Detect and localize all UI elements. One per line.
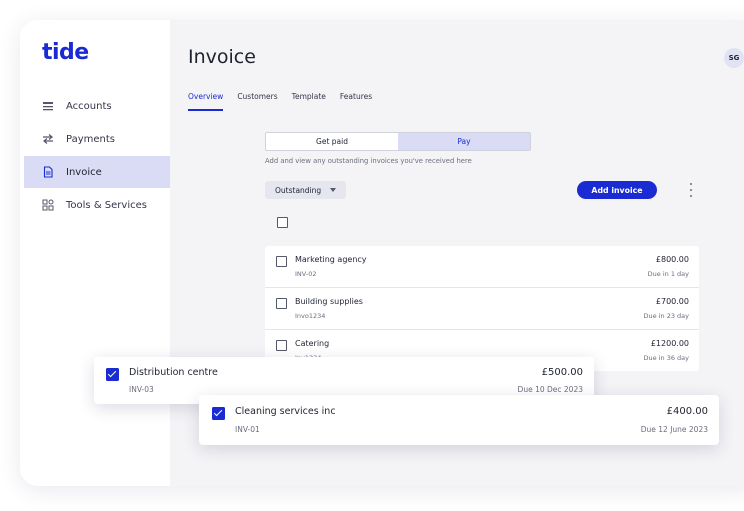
- invoice-amount: £1200.00: [650, 339, 689, 348]
- select-all-checkbox[interactable]: [277, 217, 288, 228]
- invoice-due: Due 12 June 2023: [640, 425, 708, 434]
- chevron-down-icon: [330, 188, 336, 192]
- helper-text: Add and view any outstanding invoices yo…: [265, 157, 472, 165]
- sidebar-item-label: Tools & Services: [66, 199, 147, 211]
- tools-icon: [42, 199, 54, 211]
- more-options-icon[interactable]: [689, 183, 693, 197]
- invoice-name: Building supplies: [295, 297, 363, 306]
- invoice-ref: INV-03: [129, 385, 154, 394]
- invoice-list: Marketing agency INV-02 £800.00 Due in 1…: [265, 246, 699, 371]
- accounts-icon: [42, 100, 54, 112]
- sidebar: tide Accounts Payments Invoice Tools & S…: [20, 20, 170, 486]
- invoice-due: Due 10 Dec 2023: [517, 385, 583, 394]
- invoice-due: Due in 1 day: [647, 270, 689, 278]
- invoice-ref: INV-01: [235, 425, 260, 434]
- status-filter-dropdown[interactable]: Outstanding: [265, 181, 346, 199]
- invoice-row[interactable]: Building supplies Invo1234 £700.00 Due i…: [265, 288, 699, 330]
- tab-bar: Overview Customers Template Features: [188, 92, 372, 111]
- invoice-name: Marketing agency: [295, 255, 367, 264]
- sidebar-item-label: Invoice: [66, 166, 102, 178]
- sidebar-item-tools-services[interactable]: Tools & Services: [24, 189, 170, 221]
- status-filter-value: Outstanding: [275, 185, 322, 195]
- invoice-row[interactable]: Marketing agency INV-02 £800.00 Due in 1…: [265, 246, 699, 288]
- payments-icon: [42, 133, 54, 145]
- page-title: Invoice: [188, 46, 256, 68]
- invoice-amount: £400.00: [666, 406, 708, 417]
- tab-features[interactable]: Features: [340, 92, 372, 111]
- get-paid-pay-toggle: Get paid Pay: [265, 132, 531, 151]
- get-paid-segment[interactable]: Get paid: [266, 133, 398, 150]
- invoice-ref: INV-02: [295, 270, 317, 278]
- sidebar-item-payments[interactable]: Payments: [24, 123, 170, 155]
- invoice-name: Cleaning services inc: [235, 406, 336, 417]
- checked-checkbox[interactable]: [106, 368, 119, 381]
- tide-logo[interactable]: tide: [42, 40, 89, 65]
- sidebar-item-label: Accounts: [66, 100, 112, 112]
- invoice-amount: £700.00: [655, 297, 689, 306]
- invoice-amount: £500.00: [541, 367, 583, 378]
- checked-checkbox[interactable]: [212, 407, 225, 420]
- add-invoice-button[interactable]: Add invoice: [577, 181, 657, 199]
- avatar[interactable]: SG: [724, 48, 744, 68]
- invoice-amount: £800.00: [655, 255, 689, 264]
- invoice-icon: [42, 166, 54, 178]
- sidebar-item-accounts[interactable]: Accounts: [24, 90, 170, 122]
- invoice-ref: Invo1234: [295, 312, 326, 320]
- tab-customers[interactable]: Customers: [237, 92, 277, 111]
- invoice-name: Catering: [295, 339, 330, 348]
- selected-invoice-card[interactable]: Cleaning services inc INV-01 £400.00 Due…: [199, 395, 719, 445]
- row-checkbox[interactable]: [276, 340, 287, 351]
- invoice-due: Due in 23 day: [643, 312, 689, 320]
- row-checkbox[interactable]: [276, 298, 287, 309]
- sidebar-item-label: Payments: [66, 133, 115, 145]
- tab-overview[interactable]: Overview: [188, 92, 224, 111]
- pay-segment[interactable]: Pay: [398, 133, 530, 150]
- invoice-due: Due in 36 day: [643, 354, 689, 362]
- row-checkbox[interactable]: [276, 256, 287, 267]
- tab-template[interactable]: Template: [292, 92, 326, 111]
- sidebar-item-invoice[interactable]: Invoice: [24, 156, 170, 188]
- invoice-name: Distribution centre: [129, 367, 218, 378]
